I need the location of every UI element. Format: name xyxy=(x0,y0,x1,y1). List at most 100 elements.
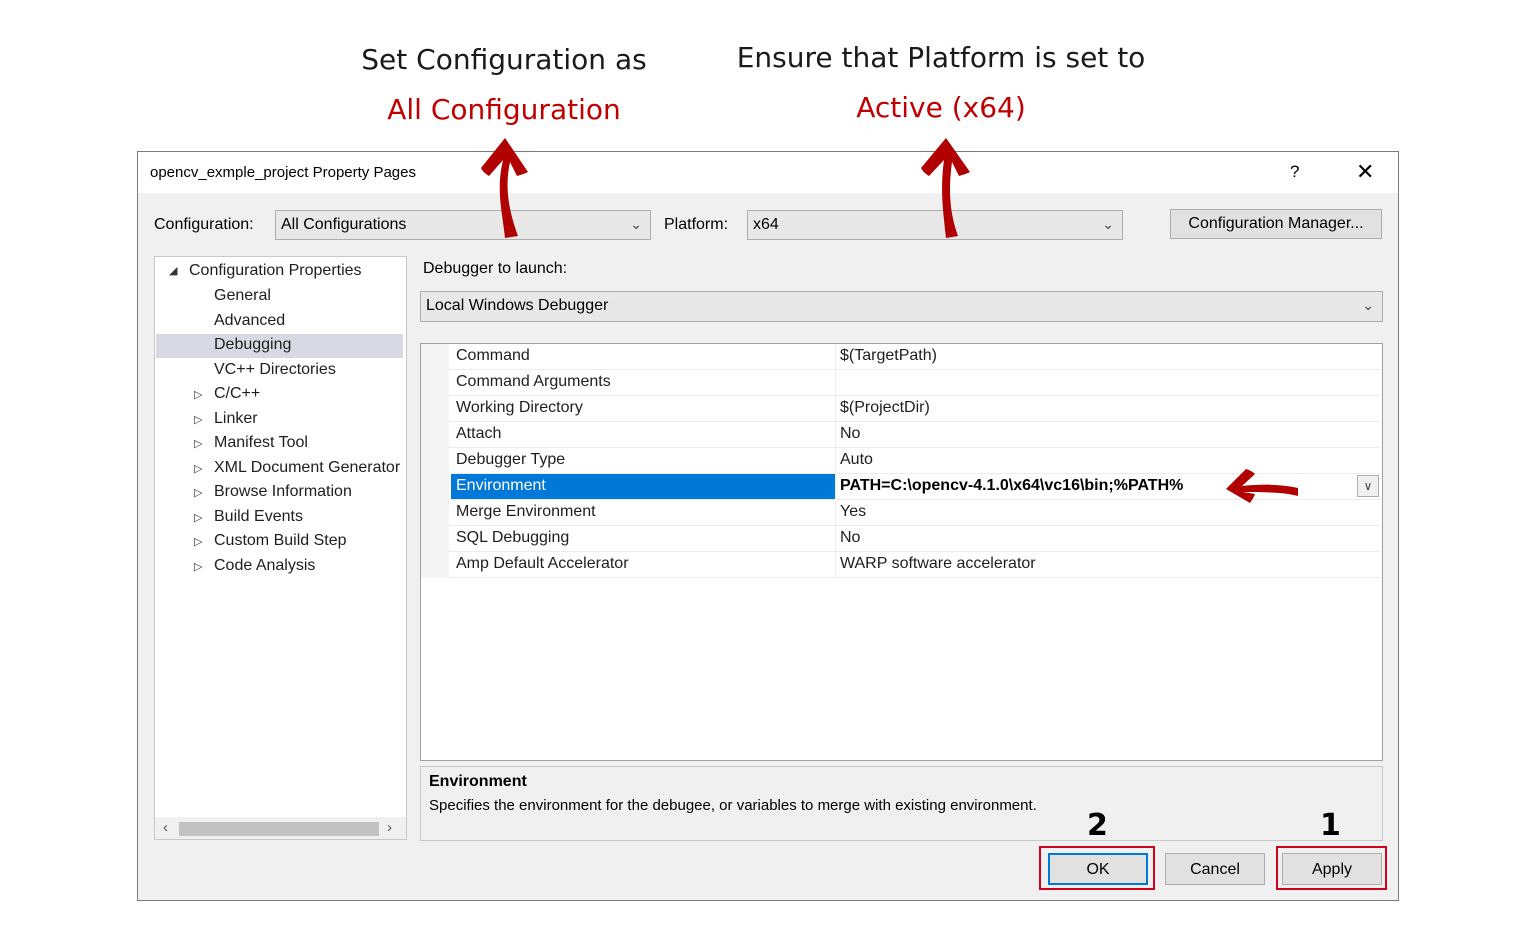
description-heading: Environment xyxy=(429,773,527,790)
property-name: Working Directory xyxy=(456,399,583,416)
description-panel: Environment Specifies the environment fo… xyxy=(420,766,1383,841)
annotation-platform: Ensure that Platform is set to Active (x… xyxy=(720,44,1162,122)
expand-triangle-icon[interactable]: ▷ xyxy=(194,486,202,499)
sidebar-item-label: Code Analysis xyxy=(214,556,316,574)
row-gutter xyxy=(421,552,449,578)
property-row[interactable]: Command Arguments xyxy=(421,370,1381,396)
row-gutter xyxy=(421,370,449,396)
sidebar-item-c-c[interactable]: ▷ C/C++ xyxy=(156,383,403,407)
annotation-platform-line1: Ensure that Platform is set to xyxy=(736,41,1146,74)
expand-triangle-icon[interactable]: ▷ xyxy=(194,560,202,573)
sidebar-item-label: Custom Build Step xyxy=(214,532,347,549)
configuration-value: All Configurations xyxy=(281,216,407,233)
tree-root[interactable]: ◢ Configuration Properties xyxy=(155,260,405,284)
property-row[interactable]: Merge Environment Yes xyxy=(421,500,1381,526)
horizontal-scrollbar[interactable]: ‹ › xyxy=(155,817,406,839)
row-gutter xyxy=(421,396,449,422)
row-gutter xyxy=(421,422,449,448)
configuration-manager-label: Configuration Manager... xyxy=(1188,215,1364,232)
configuration-manager-button[interactable]: Configuration Manager... xyxy=(1170,209,1382,239)
property-row[interactable]: Amp Default Accelerator WARP software acc… xyxy=(421,552,1381,578)
sidebar-item-custom-build-step[interactable]: ▷ Custom Build Step xyxy=(156,530,403,554)
sidebar-item-advanced[interactable]: Advanced xyxy=(156,310,403,334)
step-number-ok: 2 xyxy=(1087,808,1108,843)
scroll-left-icon[interactable]: ‹ xyxy=(163,819,168,836)
debugger-dropdown[interactable]: Local Windows Debugger ⌄ xyxy=(420,291,1383,322)
step-number-apply: 1 xyxy=(1320,808,1341,843)
expand-triangle-icon[interactable]: ▷ xyxy=(194,511,202,524)
row-gutter xyxy=(421,500,449,526)
help-button[interactable]: ? xyxy=(1290,162,1299,182)
property-row[interactable]: Environment PATH=C:\opencv-4.1.0\x64\vc16… xyxy=(421,474,1381,500)
property-name: Debugger Type xyxy=(456,451,566,468)
sidebar-item-code-analysis[interactable]: ▷ Code Analysis xyxy=(156,555,403,579)
expand-triangle-icon[interactable]: ▷ xyxy=(194,437,202,450)
sidebar-item-browse-information[interactable]: ▷ Browse Information xyxy=(156,481,403,505)
ok-highlight-box xyxy=(1039,846,1155,890)
property-name: Command Arguments xyxy=(456,373,611,390)
row-gutter xyxy=(421,448,449,474)
cancel-button[interactable]: Cancel xyxy=(1165,853,1265,885)
sidebar-item-label: VC++ Directories xyxy=(214,360,336,378)
sidebar-item-label: XML Document Generator xyxy=(214,458,401,476)
platform-value: x64 xyxy=(753,216,779,233)
row-gutter xyxy=(421,344,449,370)
property-value: $(TargetPath) xyxy=(840,347,937,364)
chevron-down-icon: ⌄ xyxy=(630,216,642,232)
annotation-configuration-line2: All Configuration xyxy=(387,93,621,126)
configuration-dropdown[interactable]: All Configurations ⌄ xyxy=(275,210,651,240)
property-row[interactable]: Attach No xyxy=(421,422,1381,448)
chevron-down-icon: ⌄ xyxy=(1362,297,1374,313)
sidebar-item-manifest-tool[interactable]: ▷ Manifest Tool xyxy=(156,432,403,456)
property-row[interactable]: SQL Debugging No xyxy=(421,526,1381,552)
sidebar-item-label: Advanced xyxy=(214,311,286,329)
annotation-configuration-line1: Set Configuration as xyxy=(361,43,647,76)
scroll-thumb[interactable] xyxy=(179,822,379,836)
property-name: Merge Environment xyxy=(456,503,596,520)
row-gutter xyxy=(421,526,449,552)
expand-triangle-icon[interactable]: ▷ xyxy=(194,388,202,401)
chevron-down-icon[interactable]: ∨ xyxy=(1357,475,1379,497)
sidebar-item-xml-document-generator[interactable]: ▷ XML Document Generator xyxy=(156,457,403,481)
property-row[interactable]: Debugger Type Auto xyxy=(421,448,1381,474)
row-gutter xyxy=(421,474,449,500)
property-name: Amp Default Accelerator xyxy=(456,555,629,572)
property-value: No xyxy=(840,529,861,546)
sidebar-item-label: C/C++ xyxy=(214,385,261,402)
sidebar-item-general[interactable]: General xyxy=(156,285,403,309)
annotation-configuration: Set Configuration as All Configuration xyxy=(330,46,678,124)
sidebar-item-label: Build Events xyxy=(214,507,303,525)
property-pages-dialog: opencv_exmple_project Property Pages ? ✕… xyxy=(137,151,1399,901)
property-tree: ◢ Configuration Properties General Advanc… xyxy=(154,256,407,840)
property-row[interactable]: Working Directory $(ProjectDir) xyxy=(421,396,1381,422)
property-grid: Command $(TargetPath) Command Arguments Wor… xyxy=(420,343,1383,761)
sidebar-item-label: General xyxy=(214,287,271,304)
collapse-triangle-icon[interactable]: ◢ xyxy=(169,264,177,277)
expand-triangle-icon[interactable]: ▷ xyxy=(194,462,202,475)
chevron-down-icon: ⌄ xyxy=(1102,216,1114,232)
sidebar-item-vc-directories[interactable]: VC++ Directories xyxy=(156,359,403,383)
property-value: Auto xyxy=(840,451,873,468)
apply-highlight-box xyxy=(1276,846,1387,890)
platform-dropdown[interactable]: x64 ⌄ xyxy=(747,210,1123,240)
expand-triangle-icon[interactable]: ▷ xyxy=(194,535,202,548)
property-value: Yes xyxy=(840,503,867,520)
configuration-label: Configuration: xyxy=(154,216,254,233)
property-name: SQL Debugging xyxy=(456,529,570,546)
annotation-platform-line2: Active (x64) xyxy=(856,91,1026,124)
property-row[interactable]: Command $(TargetPath) xyxy=(421,344,1381,370)
property-value: $(ProjectDir) xyxy=(840,399,930,416)
debugger-value: Local Windows Debugger xyxy=(426,297,609,314)
property-value[interactable]: PATH=C:\opencv-4.1.0\x64\vc16\bin;%PATH% xyxy=(835,477,1183,495)
window-title: opencv_exmple_project Property Pages xyxy=(150,164,416,181)
sidebar-item-label: Debugging xyxy=(214,336,292,353)
sidebar-item-build-events[interactable]: ▷ Build Events xyxy=(156,506,403,530)
sidebar-item-linker[interactable]: ▷ Linker xyxy=(156,408,403,432)
close-button[interactable]: ✕ xyxy=(1356,159,1374,185)
sidebar-item-debugging[interactable]: Debugging xyxy=(156,334,403,358)
sidebar-item-label: Linker xyxy=(214,409,258,427)
scroll-right-icon[interactable]: › xyxy=(387,819,392,836)
title-bar: opencv_exmple_project Property Pages ? ✕ xyxy=(138,152,1398,193)
expand-triangle-icon[interactable]: ▷ xyxy=(194,413,202,426)
property-name: Environment xyxy=(451,474,835,499)
